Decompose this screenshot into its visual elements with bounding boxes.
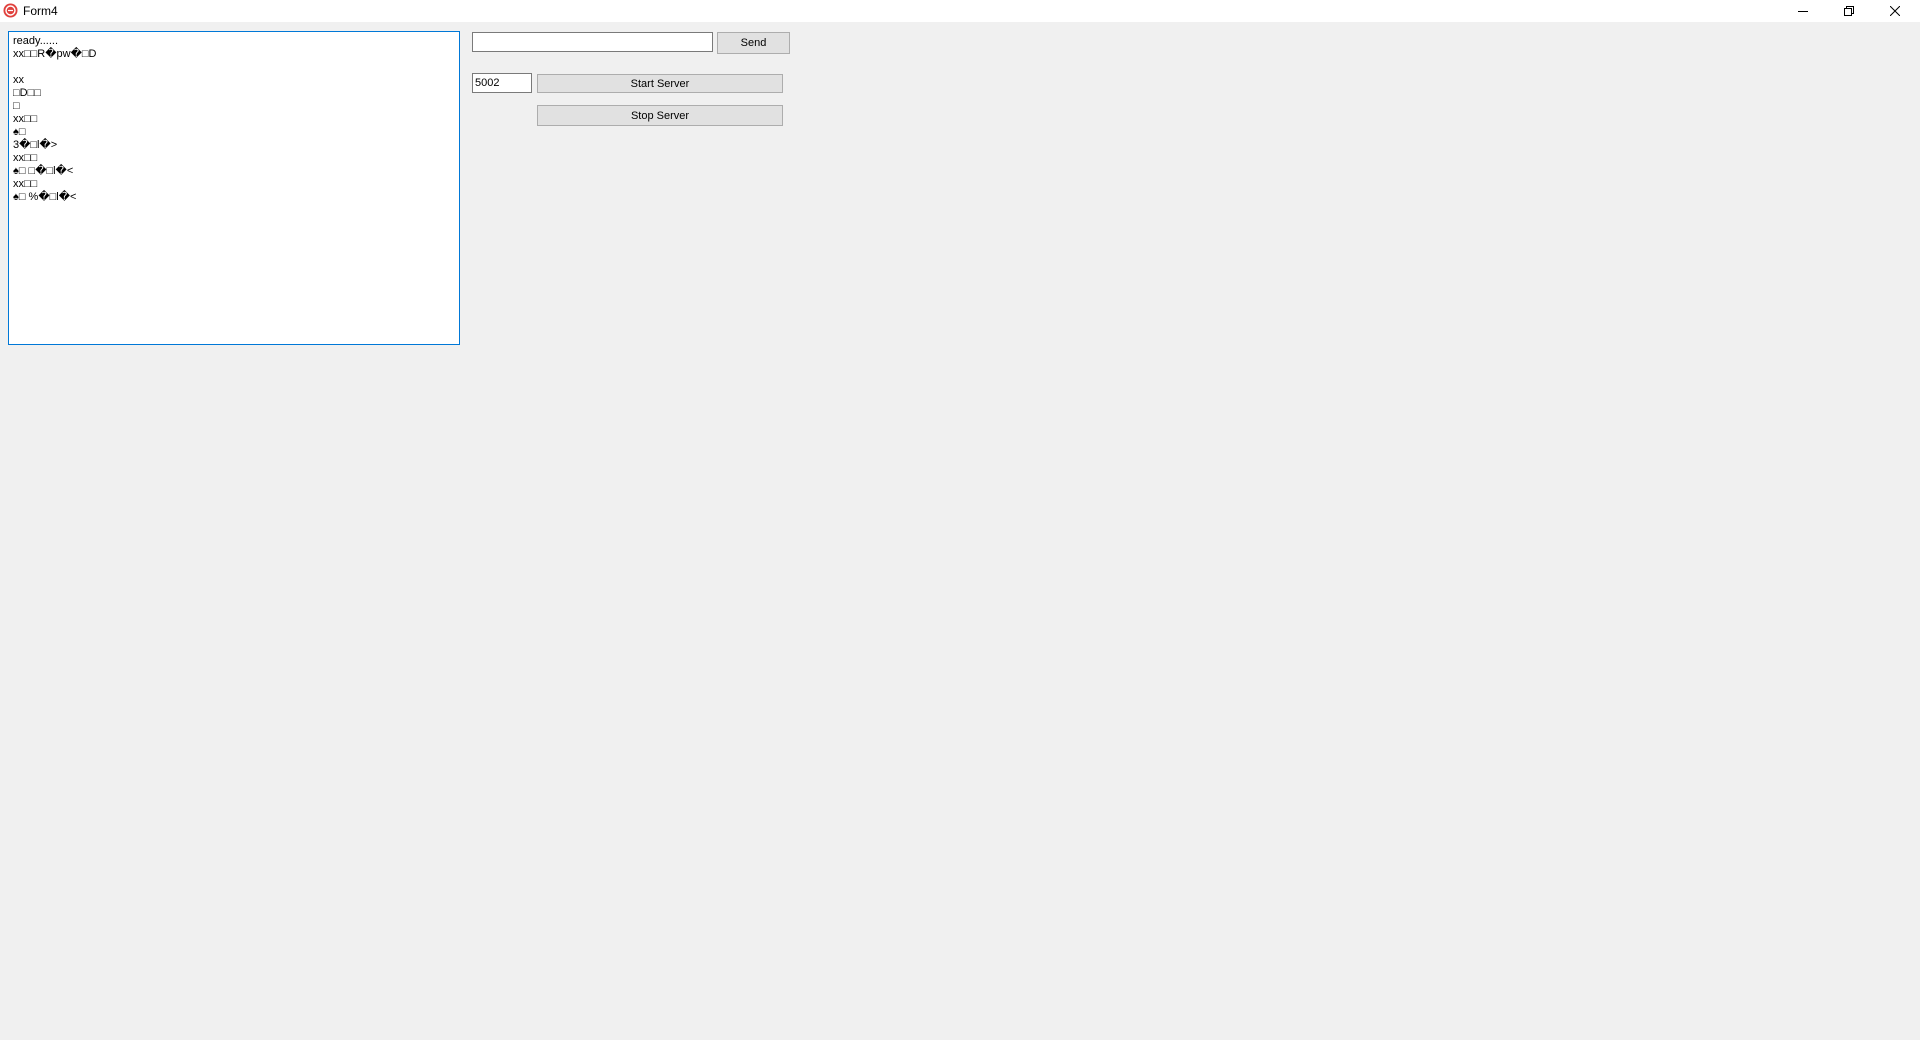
close-button[interactable] — [1872, 0, 1917, 22]
log-line: ready...... — [13, 35, 59, 47]
restore-icon — [1843, 6, 1854, 16]
log-textbox[interactable]: ready...... xx□□R�pw�□D xx □D□□ □ xx□□ ♠□ 3�□l�… — [8, 31, 460, 345]
close-icon — [1889, 6, 1900, 16]
log-line: □ — [13, 100, 20, 112]
log-line: 3�□l�> — [13, 139, 58, 151]
start-server-button[interactable]: Start Server — [537, 74, 783, 93]
log-line: ♠□ — [13, 126, 26, 138]
stop-server-button[interactable]: Stop Server — [537, 105, 783, 126]
form4-window: Form4 ready...... xx□□R�pw�□D xx □D□□ □ xx□□ ♠… — [0, 0, 1920, 1040]
log-line: □D□□ — [13, 87, 41, 99]
restore-button[interactable] — [1826, 0, 1871, 22]
title-bar[interactable]: Form4 — [0, 0, 1920, 22]
window-title: Form4 — [23, 4, 58, 18]
message-input[interactable] — [472, 32, 713, 52]
app-logo-icon — [3, 3, 18, 18]
log-line: xx — [13, 74, 24, 86]
minimize-icon — [1797, 6, 1808, 16]
log-line: xx□□ — [13, 152, 38, 164]
log-line: xx□□R�pw�□D — [13, 48, 97, 60]
send-button[interactable]: Send — [717, 32, 790, 54]
minimize-button[interactable] — [1780, 0, 1825, 22]
log-line: xx□□ — [13, 113, 38, 125]
log-line: ♠□ □�□l�< — [13, 165, 74, 177]
port-input[interactable]: 5002 — [472, 73, 532, 93]
log-line: xx□□ — [13, 178, 38, 190]
log-line: ♠□ %�□l�< — [13, 191, 77, 203]
